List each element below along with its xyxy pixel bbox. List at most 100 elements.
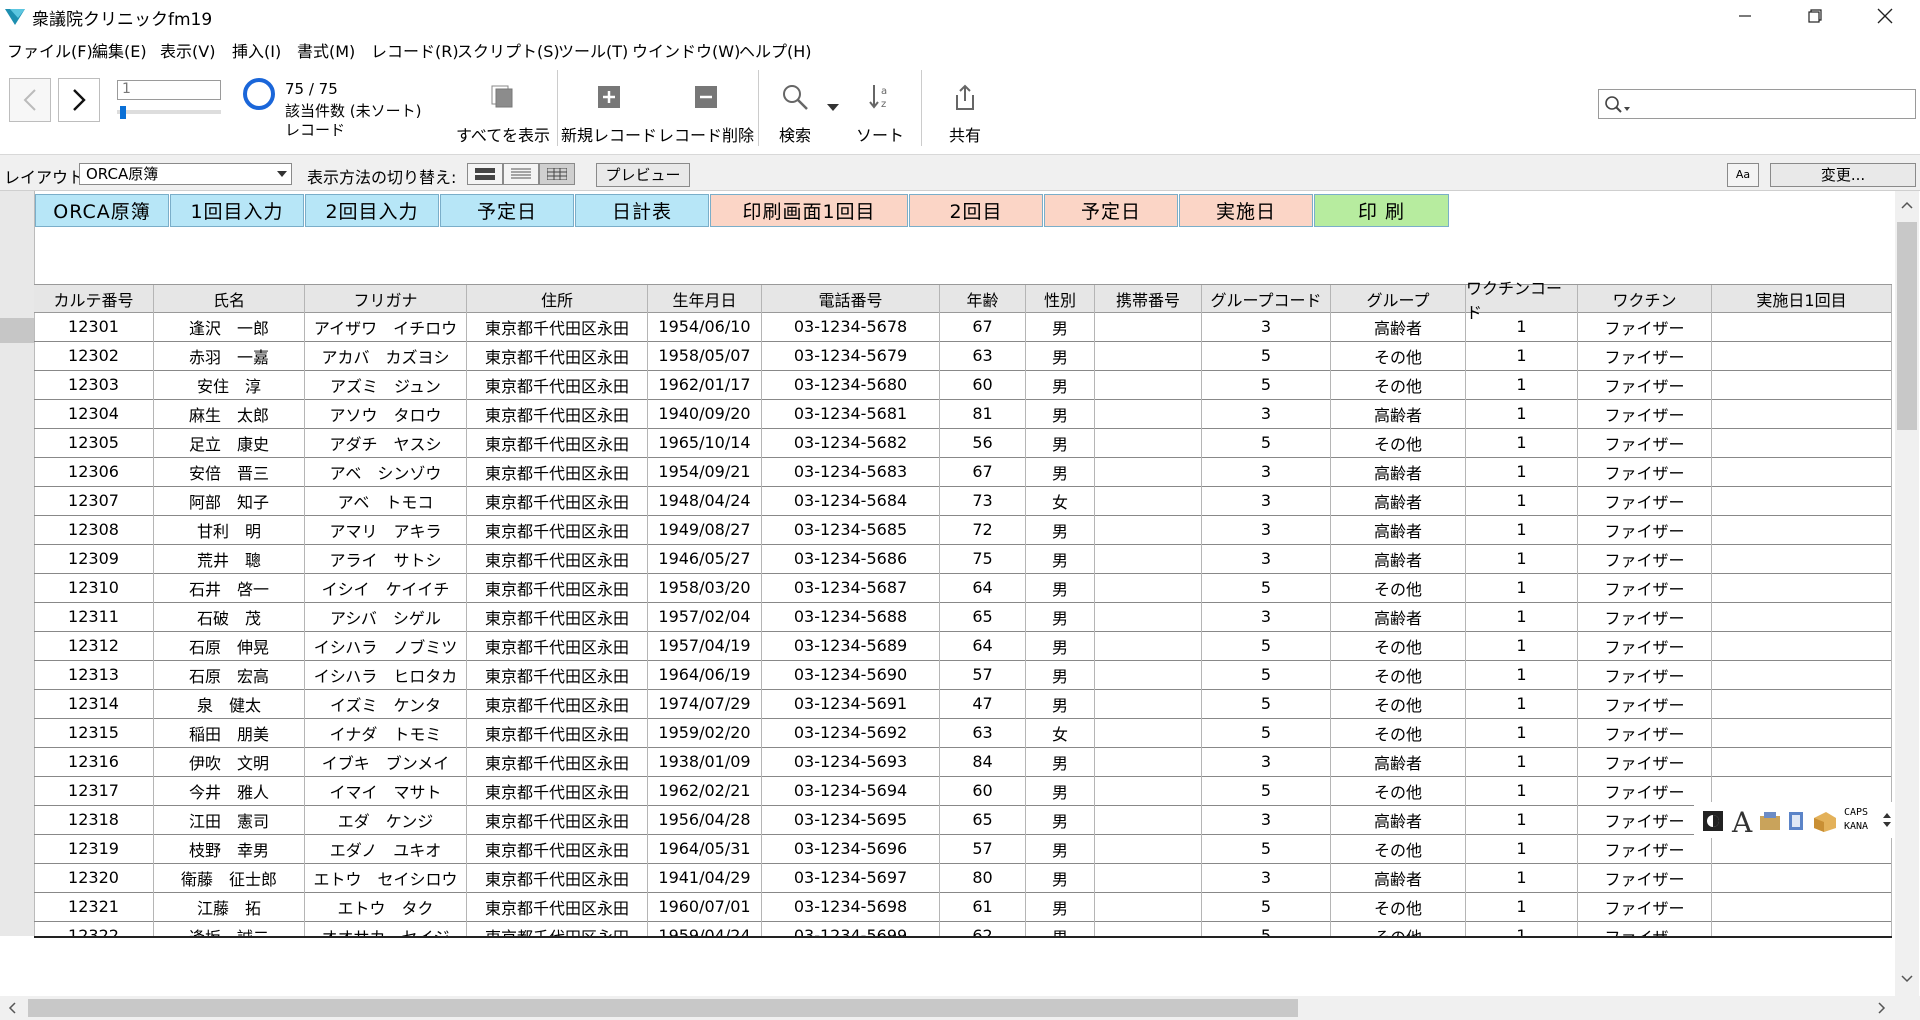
chevron-updown-icon[interactable] [1882,810,1892,830]
cell-vaccine[interactable]: ファイザー [1578,457,1712,486]
cell-sex[interactable]: 男 [1026,689,1095,718]
cell-first-dose-date[interactable] [1712,457,1892,486]
cell-group-code[interactable]: 5 [1202,428,1331,457]
cell-chart-number[interactable]: 12313 [34,660,154,689]
cell-first-dose-date[interactable] [1712,341,1892,370]
cell-sex[interactable]: 男 [1026,428,1095,457]
column-header-birth-date[interactable]: 生年月日 [648,285,762,312]
cell-birth-date[interactable]: 1954/09/21 [648,457,762,486]
share-button[interactable]: 共有 [940,62,990,154]
cell-group[interactable]: その他 [1331,428,1466,457]
cell-group[interactable]: その他 [1331,573,1466,602]
cell-birth-date[interactable]: 1941/04/29 [648,863,762,892]
cell-phone[interactable]: 03-1234-5695 [762,805,940,834]
cell-group-code[interactable]: 5 [1202,370,1331,399]
font-a-icon[interactable]: A [1730,806,1754,836]
cell-chart-number[interactable]: 12314 [34,689,154,718]
cell-group[interactable]: その他 [1331,776,1466,805]
table-row[interactable]: 12315 稲田 朋美 イナダ トモミ 東京都千代田区永田 1959/02/20 03-1… [34,718,1892,748]
cell-vaccine[interactable]: ファイザー [1578,863,1712,892]
cell-chart-number[interactable]: 12319 [34,834,154,863]
table-view-button[interactable] [539,163,575,185]
cell-vaccine-code[interactable]: 1 [1466,689,1578,718]
cell-group-code[interactable]: 5 [1202,892,1331,921]
cell-birth-date[interactable]: 1954/06/10 [648,312,762,341]
cell-vaccine[interactable]: ファイザー [1578,631,1712,660]
cell-vaccine-code[interactable]: 1 [1466,370,1578,399]
cell-birth-date[interactable]: 1938/01/09 [648,747,762,776]
cell-name[interactable]: 石原 宏高 [154,660,305,689]
cell-sex[interactable]: 男 [1026,834,1095,863]
cell-group[interactable]: その他 [1331,834,1466,863]
cell-name[interactable]: 枝野 幸男 [154,834,305,863]
table-row[interactable]: 12320 衛藤 征士郎 エトウ セイシロウ 東京都千代田区永田 1941/04/29 0… [34,863,1892,893]
cell-name[interactable]: 伊吹 文明 [154,747,305,776]
cell-group-code[interactable]: 3 [1202,312,1331,341]
cell-first-dose-date[interactable] [1712,863,1892,892]
cell-address[interactable]: 東京都千代田区永田 [467,892,648,921]
column-header-age[interactable]: 年齢 [940,285,1026,312]
cell-sex[interactable]: 男 [1026,457,1095,486]
cell-mobile[interactable] [1095,602,1202,631]
cell-name[interactable]: 江田 憲司 [154,805,305,834]
table-row[interactable]: 12301 逢沢 一郎 アイザワ イチロウ 東京都千代田区永田 1954/06/10 03… [34,312,1892,342]
cell-chart-number[interactable]: 12318 [34,805,154,834]
cell-vaccine-code[interactable]: 1 [1466,457,1578,486]
table-row[interactable]: 12302 赤羽 一嘉 アカバ カズヨシ 東京都千代田区永田 1958/05/07 03-… [34,341,1892,371]
cell-chart-number[interactable]: 12321 [34,892,154,921]
cell-phone[interactable]: 03-1234-5690 [762,660,940,689]
cell-vaccine[interactable]: ファイザー [1578,573,1712,602]
column-header-name[interactable]: 氏名 [154,285,305,312]
cell-mobile[interactable] [1095,631,1202,660]
cell-furigana[interactable]: アライ サトシ [305,544,467,573]
column-header-group-code[interactable]: グループコード [1202,285,1331,312]
cell-sex[interactable]: 男 [1026,631,1095,660]
cell-birth-date[interactable]: 1940/09/20 [648,399,762,428]
cell-birth-date[interactable]: 1956/04/28 [648,805,762,834]
cell-vaccine-code[interactable]: 1 [1466,341,1578,370]
cell-group-code[interactable]: 5 [1202,776,1331,805]
cell-group[interactable]: その他 [1331,689,1466,718]
cell-mobile[interactable] [1095,660,1202,689]
cell-phone[interactable]: 03-1234-5699 [762,921,940,936]
table-row[interactable]: 12312 石原 伸晃 イシハラ ノブミツ 東京都千代田区永田 1957/04/19 03… [34,631,1892,661]
cell-address[interactable]: 東京都千代田区永田 [467,660,648,689]
cell-first-dose-date[interactable] [1712,370,1892,399]
scroll-down-icon[interactable] [1901,975,1913,983]
cell-chart-number[interactable]: 12304 [34,399,154,428]
cell-furigana[interactable]: アマリ アキラ [305,515,467,544]
cell-phone[interactable]: 03-1234-5697 [762,863,940,892]
record-slider[interactable] [117,110,221,114]
table-row[interactable]: 12310 石井 啓一 イシイ ケイイチ 東京都千代田区永田 1958/03/20 03-… [34,573,1892,603]
cell-sex[interactable]: 男 [1026,863,1095,892]
column-header-furigana[interactable]: フリガナ [305,285,467,312]
nav-tab-second-input[interactable]: 2回目入力 [305,194,439,227]
layout-select[interactable]: ORCA原簿 [79,163,292,185]
cell-birth-date[interactable]: 1965/10/14 [648,428,762,457]
cell-age[interactable]: 72 [940,515,1026,544]
cell-first-dose-date[interactable] [1712,921,1892,936]
table-row[interactable]: 12305 足立 康史 アダチ ヤスシ 東京都千代田区永田 1965/10/14 03-1… [34,428,1892,458]
cell-sex[interactable]: 男 [1026,341,1095,370]
cell-first-dose-date[interactable] [1712,776,1892,805]
cell-phone[interactable]: 03-1234-5679 [762,341,940,370]
cell-first-dose-date[interactable] [1712,631,1892,660]
cell-group[interactable]: 高齢者 [1331,544,1466,573]
cell-furigana[interactable]: アズミ ジュン [305,370,467,399]
cell-mobile[interactable] [1095,399,1202,428]
cell-address[interactable]: 東京都千代田区永田 [467,457,648,486]
cell-sex[interactable]: 男 [1026,312,1095,341]
menu-tools[interactable]: ツール(T) [558,38,628,62]
cell-furigana[interactable]: イシハラ ヒロタカ [305,660,467,689]
cell-furigana[interactable]: アベ トモコ [305,486,467,515]
cell-group-code[interactable]: 3 [1202,457,1331,486]
cell-vaccine[interactable]: ファイザー [1578,892,1712,921]
cell-sex[interactable]: 男 [1026,921,1095,936]
cell-chart-number[interactable]: 12307 [34,486,154,515]
cell-group-code[interactable]: 5 [1202,834,1331,863]
cell-group-code[interactable]: 5 [1202,573,1331,602]
cell-vaccine-code[interactable]: 1 [1466,312,1578,341]
cell-furigana[interactable]: イマイ マサト [305,776,467,805]
cell-address[interactable]: 東京都千代田区永田 [467,747,648,776]
cell-vaccine[interactable]: ファイザー [1578,486,1712,515]
